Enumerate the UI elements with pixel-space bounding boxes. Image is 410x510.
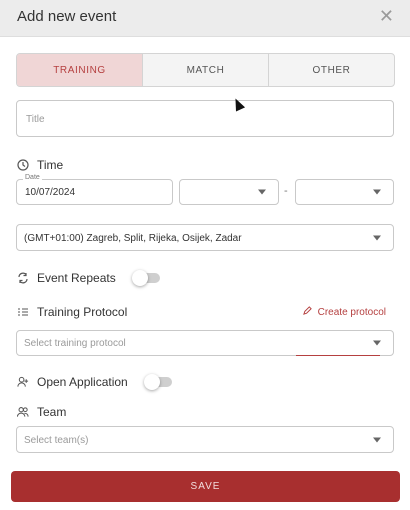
- training-protocol-label: Training Protocol: [37, 305, 128, 319]
- tab-training[interactable]: TRAINING: [17, 54, 143, 86]
- create-protocol-label: Create protocol: [317, 306, 386, 318]
- training-protocol-placeholder: Select training protocol: [24, 338, 126, 349]
- chevron-down-icon: [258, 189, 266, 195]
- title-placeholder: Title: [26, 114, 45, 125]
- dialog-title: Add new event: [17, 8, 117, 25]
- repeat-icon: [17, 272, 29, 284]
- pencil-icon: [302, 306, 312, 318]
- start-time-select[interactable]: [179, 179, 279, 205]
- close-icon[interactable]: ✕: [379, 7, 394, 25]
- dialog-header: Add new event ✕: [0, 0, 410, 37]
- team-select[interactable]: Select team(s): [16, 426, 394, 453]
- open-application-row: Open Application: [17, 374, 172, 390]
- training-protocol-select[interactable]: Select training protocol: [16, 330, 394, 356]
- toggle-knob: [131, 270, 148, 286]
- chevron-down-icon: [373, 189, 381, 195]
- event-repeats-label: Event Repeats: [37, 271, 116, 285]
- time-section-label: Time: [17, 158, 63, 172]
- save-button[interactable]: SAVE: [11, 471, 400, 502]
- user-add-icon: [17, 376, 29, 388]
- tab-match[interactable]: MATCH: [143, 54, 269, 86]
- open-application-toggle[interactable]: [143, 374, 172, 390]
- open-application-label: Open Application: [37, 375, 128, 389]
- team-label: Team: [37, 405, 67, 419]
- date-field-label: Date: [23, 174, 42, 181]
- toggle-knob: [143, 374, 160, 390]
- protocol-underline-accent: [296, 355, 380, 356]
- time-label: Time: [37, 158, 64, 172]
- event-type-tabs: TRAINING MATCH OTHER: [16, 53, 395, 87]
- event-repeats-toggle[interactable]: [131, 270, 160, 286]
- clock-icon: [17, 159, 29, 171]
- tab-other[interactable]: OTHER: [269, 54, 394, 86]
- event-repeats-row: Event Repeats: [17, 270, 160, 286]
- chevron-down-icon: [373, 235, 381, 240]
- title-input[interactable]: Title: [16, 100, 394, 137]
- date-value: 10/07/2024: [25, 187, 76, 198]
- chevron-down-icon: [373, 437, 381, 442]
- team-row: Team: [17, 405, 66, 419]
- chevron-down-icon: [373, 340, 381, 346]
- date-input[interactable]: Date 10/07/2024: [16, 174, 173, 205]
- team-icon: [17, 406, 29, 418]
- create-protocol-link[interactable]: Create protocol: [302, 306, 386, 318]
- list-icon: [17, 306, 29, 318]
- team-placeholder: Select team(s): [24, 435, 89, 446]
- end-time-select[interactable]: [295, 179, 394, 205]
- training-protocol-row: Training Protocol: [17, 305, 127, 319]
- timezone-select[interactable]: (GMT+01:00) Zagreb, Split, Rijeka, Osije…: [16, 224, 394, 251]
- timezone-value: (GMT+01:00) Zagreb, Split, Rijeka, Osije…: [24, 233, 242, 244]
- time-separator: -: [284, 185, 288, 197]
